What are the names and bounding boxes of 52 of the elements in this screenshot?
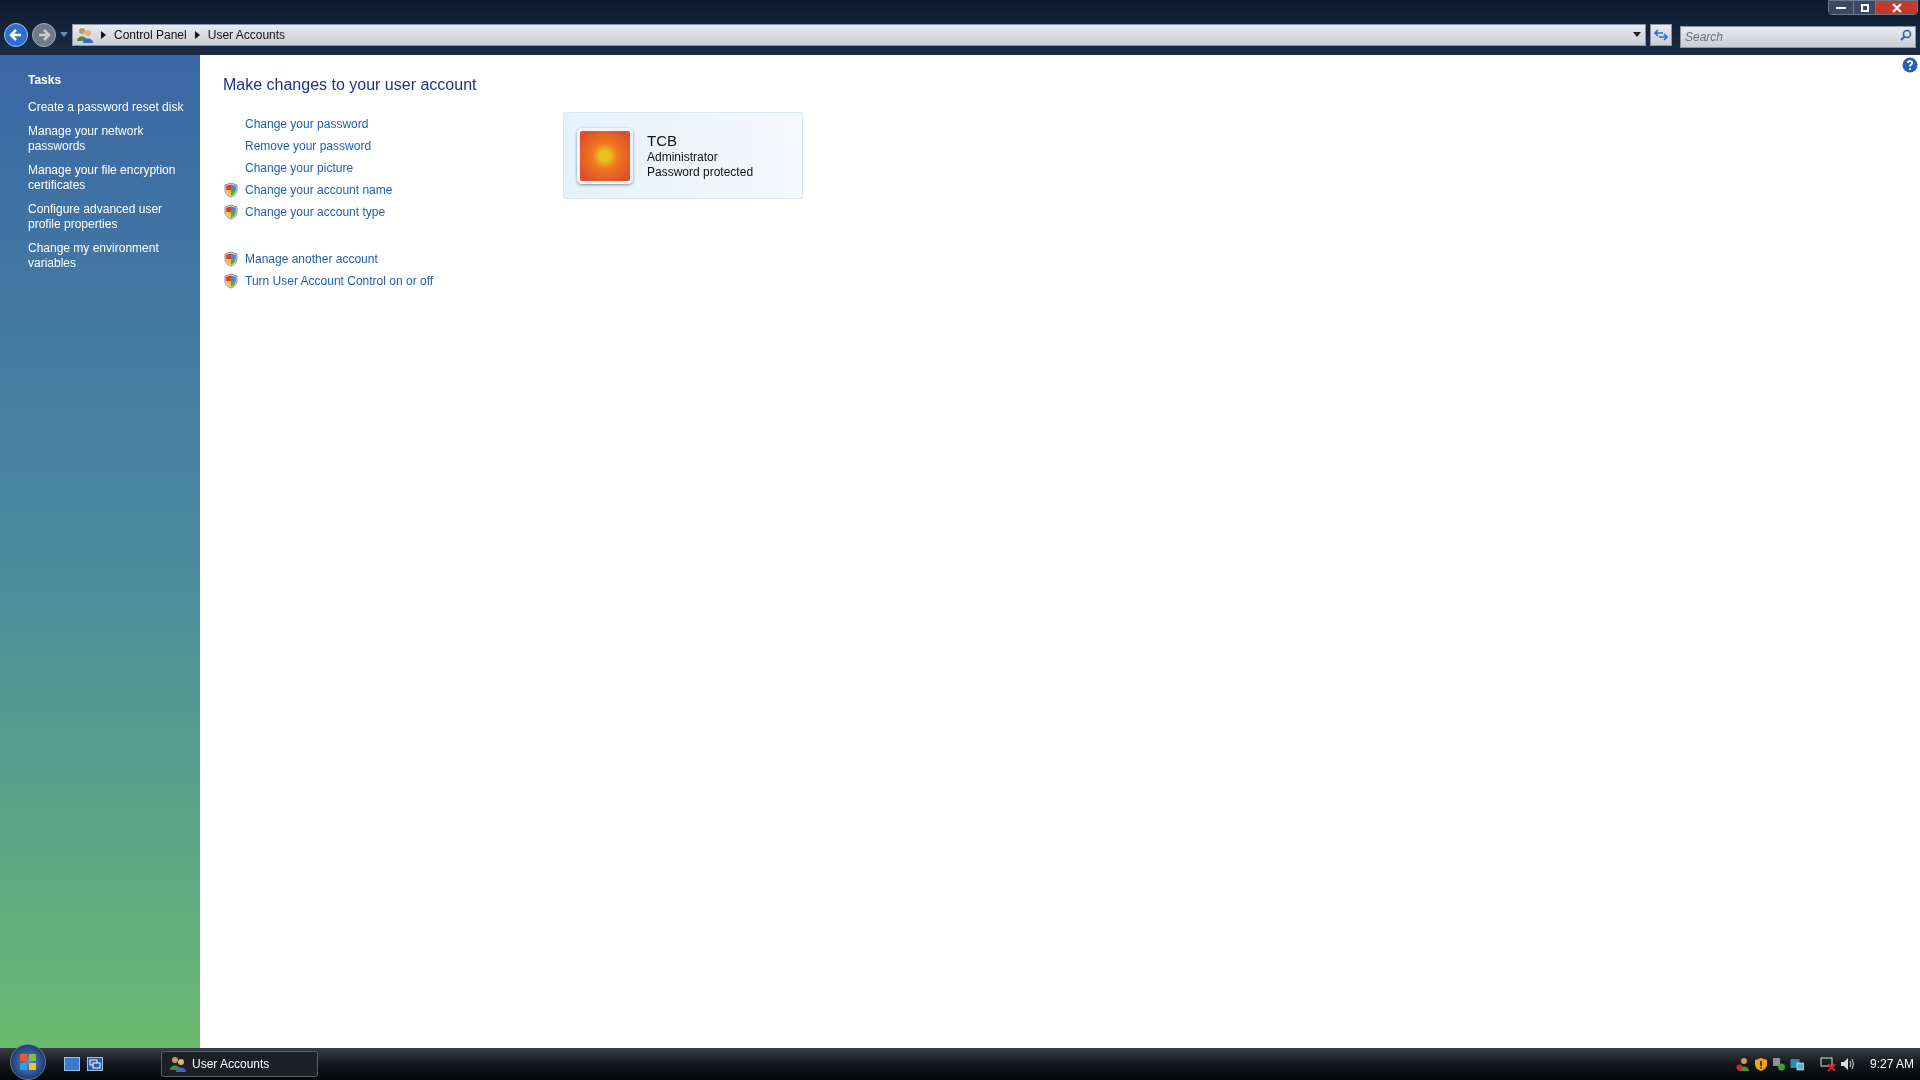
taskbar-button[interactable]: User Accounts xyxy=(161,1051,318,1077)
sidebar-link[interactable]: Change my environment variables xyxy=(28,241,186,271)
search-field[interactable]: Search xyxy=(1680,26,1916,48)
refresh-button[interactable] xyxy=(1650,24,1672,46)
refresh-arrows-icon xyxy=(1654,29,1668,41)
speaker-icon[interactable] xyxy=(1839,1057,1856,1071)
account-name: TCB xyxy=(647,131,678,150)
task-link[interactable]: Change your account type xyxy=(245,202,386,221)
sidebar-link[interactable]: Create a password reset disk xyxy=(28,100,186,115)
help-icon[interactable] xyxy=(1902,57,1918,73)
chevron-right-icon xyxy=(101,31,106,39)
sidebar-title: Tasks xyxy=(28,72,63,89)
restore-button[interactable] xyxy=(1853,1,1875,14)
clock[interactable]: 9:27 AM xyxy=(1869,1055,1914,1073)
account-picture xyxy=(577,127,633,184)
shield-icon xyxy=(223,272,239,289)
task-link[interactable]: Change your picture xyxy=(245,158,354,177)
shield-icon xyxy=(223,250,239,267)
account-status: Password protected xyxy=(647,164,754,180)
task-link[interactable]: Remove your password xyxy=(245,136,372,155)
start-button[interactable] xyxy=(10,1044,46,1080)
shield-warning-icon[interactable] xyxy=(1753,1057,1768,1071)
breadcrumb-link[interactable]: User Accounts xyxy=(207,26,286,44)
breadcrumb-link[interactable]: Control Panel xyxy=(114,26,187,44)
forward-arrow-icon xyxy=(37,28,51,42)
users-icon xyxy=(170,1056,186,1072)
back-arrow-icon xyxy=(9,28,23,42)
sidebar-link[interactable]: Manage your file encryption certificates xyxy=(28,163,186,193)
shield-icon xyxy=(223,181,239,198)
account-type: Administrator xyxy=(647,149,719,165)
sidebar-link[interactable]: Manage your network passwords xyxy=(28,124,186,154)
sidebar-link[interactable]: Configure advanced user profile properties xyxy=(28,202,186,232)
forward-button[interactable] xyxy=(32,23,56,47)
user-error-icon[interactable] xyxy=(1735,1057,1750,1071)
address-bar[interactable]: Control Panel User Accounts xyxy=(72,24,1646,46)
task-link[interactable]: Change your account name xyxy=(245,180,393,199)
chevron-right-icon xyxy=(194,31,200,39)
search-icon xyxy=(1900,29,1912,41)
close-button[interactable] xyxy=(1875,1,1917,14)
page-heading: Make changes to your user account xyxy=(223,75,478,95)
monitor-error-icon[interactable] xyxy=(1819,1057,1836,1071)
window-switch-icon[interactable] xyxy=(87,1057,103,1071)
windows-logo-icon xyxy=(19,1053,37,1071)
task-link[interactable]: Change your password xyxy=(245,114,369,133)
task-link[interactable]: Manage another account xyxy=(245,249,378,268)
dropdown-caret-icon[interactable] xyxy=(1633,32,1641,38)
back-button[interactable] xyxy=(4,23,28,47)
minimize-button[interactable] xyxy=(1829,1,1853,14)
shield-icon xyxy=(223,203,239,220)
close-icon xyxy=(1891,2,1902,13)
users-icon xyxy=(77,27,93,43)
task-link[interactable]: Turn User Account Control on or off xyxy=(245,271,434,290)
